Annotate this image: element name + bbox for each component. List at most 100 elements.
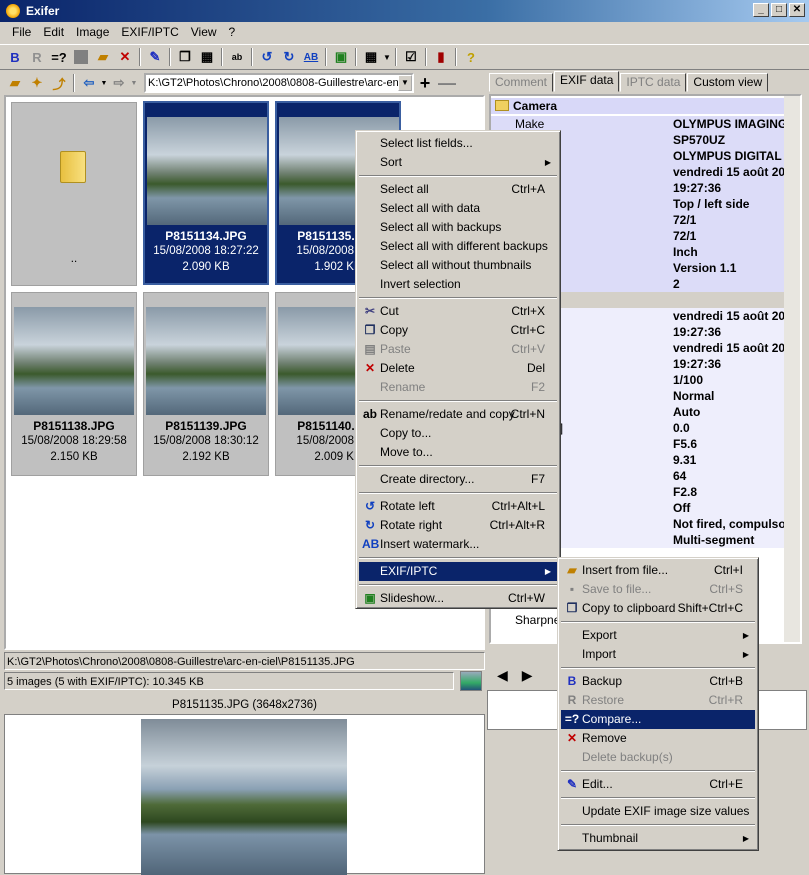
- exif-value: Inch: [673, 245, 698, 259]
- close-button[interactable]: ✕: [789, 3, 805, 17]
- thumbnail-tile[interactable]: P8151134.JPG 15/08/2008 18:27:22 2.090 K…: [143, 101, 269, 285]
- menu-item-cut[interactable]: ✂ Cut Ctrl+X: [359, 302, 557, 321]
- menu-item-label: Slideshow...: [380, 591, 445, 605]
- parent-folder-icon[interactable]: ⤴: [48, 72, 70, 94]
- exif-value: 9.31: [673, 453, 697, 467]
- menu-file[interactable]: File: [6, 25, 37, 39]
- menu-exif-iptc[interactable]: EXIF/IPTC: [115, 25, 184, 39]
- previous-arrow-icon[interactable]: ◀: [497, 667, 508, 684]
- tab-custom-view[interactable]: Custom view: [687, 73, 769, 92]
- thumbnail-tile-parent[interactable]: ..: [11, 102, 137, 286]
- menu-item-rotate-right[interactable]: ↻ Rotate right Ctrl+Alt+R: [359, 516, 557, 535]
- menu-help[interactable]: ?: [223, 25, 242, 39]
- table-icon[interactable]: ▦: [196, 46, 218, 68]
- menu-item-copy-to[interactable]: Copy to...: [359, 424, 557, 443]
- menu-item-update-exif-image-size-values[interactable]: Update EXIF image size values: [561, 802, 755, 821]
- menu-item-exif-iptc[interactable]: EXIF/IPTC ▶: [359, 562, 557, 581]
- menu-item-select-all[interactable]: Select all Ctrl+A: [359, 180, 557, 199]
- view-icon[interactable]: ▦: [360, 46, 382, 68]
- thumbnail-image: [14, 307, 134, 415]
- remove-minus-icon[interactable]: —: [436, 72, 458, 94]
- menu-item-label: Rotate right: [380, 518, 443, 532]
- exif-value: Normal: [673, 389, 715, 403]
- menu-separator: [359, 175, 557, 177]
- help-icon[interactable]: ?: [460, 46, 482, 68]
- vertical-scrollbar[interactable]: [784, 96, 800, 642]
- tab-iptc-data[interactable]: IPTC data: [620, 73, 687, 92]
- edit-icon[interactable]: ✎: [144, 46, 166, 68]
- forward-dropdown-icon[interactable]: ▼: [130, 72, 138, 94]
- rotate-left-icon[interactable]: ↺: [256, 46, 278, 68]
- compare-icon[interactable]: =?: [48, 46, 70, 68]
- menu-item-invert-selection[interactable]: Invert selection: [359, 275, 557, 294]
- forward-icon[interactable]: ⇨: [108, 72, 130, 94]
- minimize-button[interactable]: _: [753, 3, 769, 17]
- thumbnail-size: 2.192 KB: [182, 451, 230, 463]
- copy-icon[interactable]: ❐: [174, 46, 196, 68]
- checklist-icon[interactable]: ☑: [400, 46, 422, 68]
- open-folder-icon[interactable]: ▰: [92, 46, 114, 68]
- menu-item-edit[interactable]: ✎ Edit... Ctrl+E: [561, 775, 755, 794]
- backup-icon[interactable]: B: [4, 46, 26, 68]
- menu-item-restore[interactable]: R Restore Ctrl+R: [561, 691, 755, 710]
- tab-comment[interactable]: Comment: [489, 73, 554, 92]
- menu-item-remove[interactable]: ✕ Remove: [561, 729, 755, 748]
- toolbar-separator: [139, 48, 141, 66]
- back-dropdown-icon[interactable]: ▼: [100, 72, 108, 94]
- watermark-icon[interactable]: AB: [300, 46, 322, 68]
- menu-item-select-all-with-different-backups[interactable]: Select all with different backups: [359, 237, 557, 256]
- menu-item-save-to-file[interactable]: ▪ Save to file... Ctrl+S: [561, 580, 755, 599]
- save-icon[interactable]: [70, 46, 92, 68]
- image-preview-toggle-icon[interactable]: [460, 671, 482, 691]
- menu-item-rotate-left[interactable]: ↺ Rotate left Ctrl+Alt+L: [359, 497, 557, 516]
- menu-item-select-all-with-backups[interactable]: Select all with backups: [359, 218, 557, 237]
- maximize-button[interactable]: □: [771, 3, 787, 17]
- view-dropdown-icon[interactable]: ▼: [382, 46, 392, 68]
- next-arrow-icon[interactable]: ▶: [522, 667, 533, 684]
- chevron-down-icon[interactable]: ▼: [398, 75, 412, 91]
- menu-image[interactable]: Image: [70, 25, 115, 39]
- menu-item-export[interactable]: Export ▶: [561, 626, 755, 645]
- menu-item-slideshow[interactable]: ▣ Slideshow... Ctrl+W: [359, 589, 557, 608]
- menu-item-thumbnail[interactable]: Thumbnail ▶: [561, 829, 755, 848]
- exit-icon[interactable]: ▮: [430, 46, 452, 68]
- path-combobox[interactable]: K:\GT2\Photos\Chrono\2008\0808-Guillestr…: [144, 73, 414, 93]
- menu-item-copy-to-clipboard[interactable]: ❐ Copy to clipboard Shift+Ctrl+C: [561, 599, 755, 618]
- menu-item-insert-from-file[interactable]: ▰ Insert from file... Ctrl+I: [561, 561, 755, 580]
- exif-section-header[interactable]: Camera: [491, 98, 787, 114]
- menu-view[interactable]: View: [185, 25, 223, 39]
- menu-item-backup[interactable]: B Backup Ctrl+B: [561, 672, 755, 691]
- menu-item-sort[interactable]: Sort ▶: [359, 153, 557, 172]
- rename-icon[interactable]: ab: [226, 46, 248, 68]
- menu-item-select-list-fields[interactable]: Select list fields...: [359, 134, 557, 153]
- open-folder-icon[interactable]: ▰: [4, 72, 26, 94]
- thumbnail-tile[interactable]: P8151138.JPG 15/08/2008 18:29:58 2.150 K…: [11, 292, 137, 476]
- menu-item-compare[interactable]: =? Compare...: [561, 710, 755, 729]
- menu-item-rename[interactable]: Rename F2: [359, 378, 557, 397]
- rotate-right-icon[interactable]: ↻: [278, 46, 300, 68]
- menu-item-delete-backup-s[interactable]: Delete backup(s): [561, 748, 755, 767]
- menu-item-paste[interactable]: ▤ Paste Ctrl+V: [359, 340, 557, 359]
- tab-exif-data[interactable]: EXIF data: [554, 71, 620, 92]
- menu-item-rename-redate-and-copy[interactable]: ab Rename/redate and copy Ctrl+N: [359, 405, 557, 424]
- remove-icon[interactable]: ✕: [114, 46, 136, 68]
- menu-item-insert-watermark[interactable]: AB Insert watermark...: [359, 535, 557, 554]
- menu-item-select-all-with-data[interactable]: Select all with data: [359, 199, 557, 218]
- menu-edit[interactable]: Edit: [37, 25, 70, 39]
- menu-item-select-all-without-thumbnails[interactable]: Select all without thumbnails: [359, 256, 557, 275]
- thumbnail-tile[interactable]: P8151139.JPG 15/08/2008 18:30:12 2.192 K…: [143, 292, 269, 476]
- folder-icon: [495, 100, 509, 111]
- menu-item-import[interactable]: Import ▶: [561, 645, 755, 664]
- add-icon[interactable]: +: [414, 72, 436, 94]
- slideshow-icon[interactable]: ▣: [330, 46, 352, 68]
- menu-item-label: Update EXIF image size values: [582, 804, 750, 818]
- exif-value: Version 1.1: [673, 261, 737, 275]
- back-icon[interactable]: ⇦: [78, 72, 100, 94]
- new-folder-icon[interactable]: ✦: [26, 72, 48, 94]
- menu-item-move-to[interactable]: Move to...: [359, 443, 557, 462]
- menu-item-copy[interactable]: ❐ Copy Ctrl+C: [359, 321, 557, 340]
- restore-icon[interactable]: R: [26, 46, 48, 68]
- menu-item-create-directory[interactable]: Create directory... F7: [359, 470, 557, 489]
- menu-item-delete[interactable]: ✕ Delete Del: [359, 359, 557, 378]
- menu-item-label: Delete: [380, 361, 415, 375]
